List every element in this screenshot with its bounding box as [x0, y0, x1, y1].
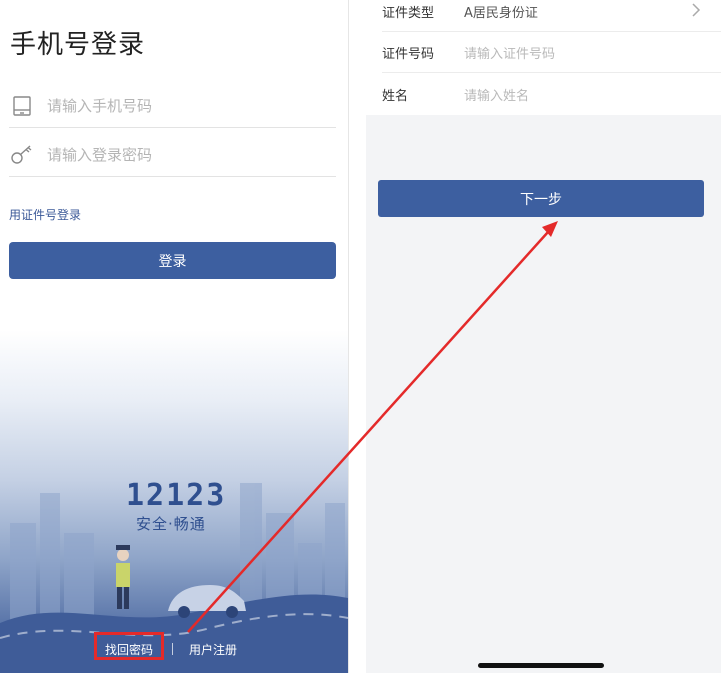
chevron-right-icon [691, 2, 701, 22]
identity-form: 证件类型 A居民身份证 证件号码 请输入证件号码 姓名 请输入姓名 [366, 0, 721, 115]
name-input[interactable]: 请输入姓名 [464, 85, 529, 104]
app-logo-number: 12123 [126, 478, 227, 513]
link-separator [172, 643, 173, 655]
id-number-label: 证件号码 [382, 47, 435, 62]
id-login-link[interactable]: 用证件号登录 [9, 206, 81, 223]
phone-icon [9, 93, 35, 119]
city-skyline-illustration [0, 483, 348, 673]
page-title: 手机号登录 [10, 30, 146, 60]
id-number-input[interactable]: 请输入证件号码 [464, 43, 555, 62]
next-step-button[interactable]: 下一步 [378, 180, 704, 217]
name-row[interactable]: 姓名 请输入姓名 [382, 75, 721, 114]
bottom-links: 找回密码 用户注册 [0, 637, 348, 661]
phone-field[interactable] [9, 85, 336, 128]
annotation-highlight-box [94, 632, 164, 660]
phone-input[interactable] [45, 96, 309, 116]
id-type-row[interactable]: 证件类型 A居民身份证 [382, 0, 721, 32]
police-officer-illustration [116, 545, 130, 609]
login-button[interactable]: 登录 [9, 242, 336, 279]
password-field[interactable] [9, 134, 336, 177]
id-number-row[interactable]: 证件号码 请输入证件号码 [382, 33, 721, 73]
retrieve-password-screen: 证件类型 A居民身份证 证件号码 请输入证件号码 姓名 请输入姓名 下一步 [366, 0, 721, 673]
app-logo-slogan: 安全·畅通 [136, 515, 206, 533]
name-label: 姓名 [382, 89, 409, 104]
id-type-value: A居民身份证 [464, 6, 538, 21]
key-icon [9, 142, 35, 168]
register-link[interactable]: 用户注册 [189, 641, 237, 658]
phone-login-screen: 手机号登录 用证件号登录 登录 [0, 0, 348, 673]
id-type-label: 证件类型 [382, 6, 435, 21]
password-input[interactable] [45, 145, 309, 165]
home-indicator [478, 663, 604, 668]
panel-divider [348, 0, 367, 673]
